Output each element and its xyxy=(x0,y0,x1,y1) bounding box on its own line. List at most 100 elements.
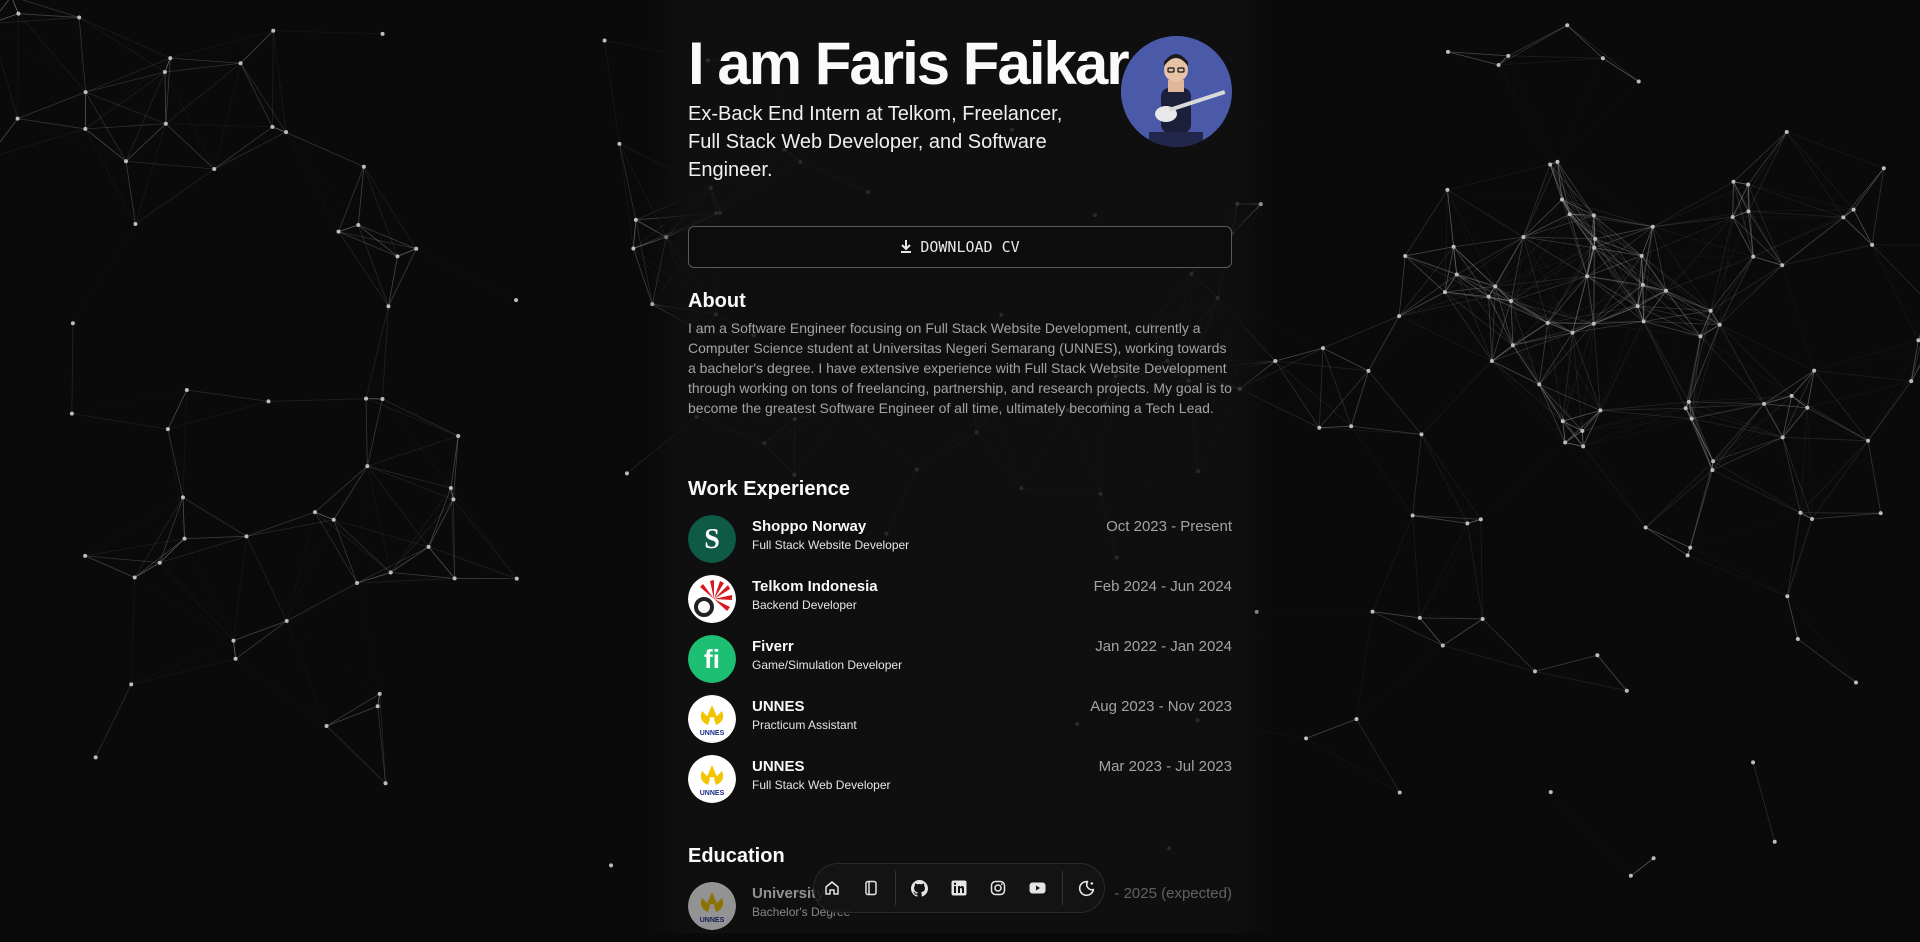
download-cv-label: DOWNLOAD CV xyxy=(920,238,1019,256)
network-node xyxy=(1490,359,1494,363)
work-item-telkom-indonesia[interactable]: Telkom Indonesia Backend Developer Feb 2… xyxy=(688,575,1232,635)
network-link xyxy=(1499,58,1603,65)
network-link xyxy=(388,256,397,306)
download-cv-button[interactable]: DOWNLOAD CV xyxy=(688,226,1232,268)
network-node xyxy=(603,39,607,43)
network-node xyxy=(284,130,288,134)
network-node xyxy=(1810,517,1814,521)
network-node xyxy=(16,117,20,121)
network-link xyxy=(1646,527,1688,555)
network-node xyxy=(1411,514,1415,518)
job-dates: Jan 2022 - Jan 2024 xyxy=(1095,638,1232,655)
network-node xyxy=(1592,213,1596,217)
network-link xyxy=(1513,345,1539,384)
work-item-fiverr[interactable]: fi Fiverr Game/Simulation Developer Jan … xyxy=(688,635,1232,695)
network-node xyxy=(1642,319,1646,323)
job-role: Backend Developer xyxy=(752,598,857,612)
network-link xyxy=(135,124,165,224)
network-node xyxy=(1521,235,1525,239)
network-link xyxy=(327,726,386,783)
network-node xyxy=(1909,379,1913,383)
linkedin-icon xyxy=(951,880,967,896)
network-node xyxy=(1731,215,1735,219)
network-link xyxy=(391,572,455,578)
network-node xyxy=(163,70,167,74)
network-link xyxy=(1748,210,1853,212)
network-link xyxy=(1306,738,1400,792)
network-node xyxy=(1640,254,1644,258)
network-node xyxy=(1746,182,1750,186)
home-button[interactable] xyxy=(814,870,849,906)
network-link xyxy=(315,512,429,547)
network-link xyxy=(1783,437,1868,440)
network-link xyxy=(166,63,241,123)
network-node xyxy=(1731,180,1735,184)
network-node xyxy=(83,554,87,558)
theme-toggle-button[interactable] xyxy=(1069,870,1104,906)
notebook-button[interactable] xyxy=(853,870,888,906)
network-link xyxy=(1807,408,1812,519)
about-text: I am a Software Engineer focusing on Ful… xyxy=(688,318,1232,418)
network-node xyxy=(168,56,172,60)
network-node xyxy=(266,399,270,403)
avatar xyxy=(1121,36,1232,147)
network-link xyxy=(165,72,214,169)
network-link xyxy=(1700,336,1791,396)
network-node xyxy=(1506,54,1510,58)
network-node xyxy=(1652,856,1656,860)
unnes-logo-text: UNNES xyxy=(700,730,725,737)
network-link xyxy=(357,547,429,583)
network-link xyxy=(233,641,235,659)
network-link xyxy=(1594,324,1601,411)
network-node xyxy=(381,32,385,36)
network-link xyxy=(1868,381,1911,441)
network-link xyxy=(1603,58,1639,81)
work-item-unnes-developer[interactable]: UNNES UNNES Full Stack Web Developer Mar… xyxy=(688,755,1232,815)
network-link xyxy=(1711,265,1783,310)
notebook-icon xyxy=(863,880,879,896)
dock-separator xyxy=(895,871,896,905)
work-item-shoppo-norway[interactable]: S Shoppo Norway Full Stack Website Devel… xyxy=(688,515,1232,575)
network-link xyxy=(366,399,458,436)
network-node xyxy=(449,486,453,490)
network-link xyxy=(183,497,247,536)
network-link xyxy=(1872,245,1920,246)
download-icon xyxy=(900,240,912,254)
network-link xyxy=(327,694,380,726)
network-link xyxy=(1573,291,1666,333)
network-node xyxy=(364,397,368,401)
network-link xyxy=(1814,350,1920,371)
network-link xyxy=(1814,340,1918,370)
network-link xyxy=(1351,426,1412,515)
network-link xyxy=(287,512,315,621)
page-title: I am Faris Faikar xyxy=(688,26,1128,102)
network-node xyxy=(1445,188,1449,192)
network-link xyxy=(1356,646,1442,720)
network-node xyxy=(365,464,369,468)
network-node xyxy=(1698,334,1702,338)
youtube-button[interactable] xyxy=(1020,870,1055,906)
network-link xyxy=(1356,719,1399,792)
network-node xyxy=(285,619,289,623)
network-node xyxy=(16,12,20,16)
work-item-unnes-assistant[interactable]: UNNES UNNES Practicum Assistant Aug 2023… xyxy=(688,695,1232,755)
network-link xyxy=(166,124,214,169)
network-link xyxy=(1368,371,1421,435)
network-link xyxy=(135,539,185,578)
network-link xyxy=(367,436,458,466)
network-link xyxy=(1481,443,1565,520)
github-button[interactable] xyxy=(902,870,937,906)
network-link xyxy=(1508,25,1567,56)
network-link xyxy=(1843,217,1872,244)
network-link xyxy=(1753,217,1843,256)
network-node xyxy=(1321,346,1325,350)
linkedin-button[interactable] xyxy=(941,870,976,906)
network-node xyxy=(313,510,317,514)
network-link xyxy=(18,119,86,129)
network-node xyxy=(1780,263,1784,267)
network-link xyxy=(135,536,247,577)
network-link xyxy=(1646,527,1691,547)
network-link xyxy=(18,14,85,92)
network-link xyxy=(382,399,450,488)
instagram-button[interactable] xyxy=(981,870,1016,906)
